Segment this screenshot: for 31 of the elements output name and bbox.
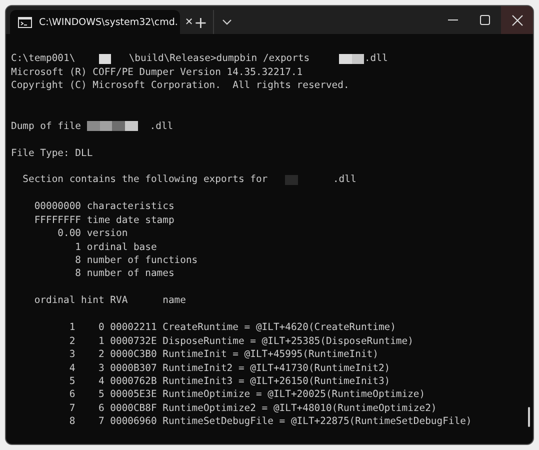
terminal-icon: [18, 16, 32, 28]
console-text: 3 2 0000C3B0 RuntimeInit = @ILT+45995(RuntimeInit): [68, 348, 378, 362]
console-text: 1 ordinal base: [74, 240, 157, 254]
console-text: 4 3 0000B307 RuntimeInit2 = @ILT+41730(RuntimeInit2): [68, 362, 390, 375]
tab-title: C:\WINDOWS\system32\cmd.: [39, 16, 178, 28]
console-text: 5 4 0000762B RuntimeInit3 = @ILT+26150(RuntimeInit3): [68, 374, 390, 388]
console-text: FFFFFFFF time date stamp: [33, 214, 174, 228]
console-text: \build\Release>dumpbin /exports: [128, 52, 311, 66]
console-text: Section contains the following exports for: [22, 173, 269, 187]
console-text: 8 number of functions: [74, 254, 198, 268]
close-icon[interactable]: [512, 14, 522, 26]
console-text: .dll: [364, 52, 388, 66]
console-text: 1 0 00002211 CreateRuntime = @ILT+4620(CreateRuntime): [68, 321, 396, 335]
console-text: C:\temp001\: [11, 52, 76, 66]
console-text: 7 6 0000CB8F RuntimeOptimize2 = @ILT+48010(RuntimeOptimize2): [68, 402, 437, 416]
console-text: Copyright (C) Microsoft Corporation. All rights reserved.: [11, 79, 350, 93]
console-text: .dll: [148, 120, 174, 134]
console-text: 6 5 00005E3E RuntimeOptimize = @ILT+20025(RuntimeOptimize): [68, 388, 426, 402]
console-text: 8 number of names: [74, 267, 174, 281]
console-text: .dll: [332, 173, 356, 187]
scrollbar[interactable]: [528, 407, 530, 427]
console-text: 2 1 0000732E DisposeRuntime = @ILT+25385(DisposeRuntime): [68, 334, 414, 348]
console-text: File Type: DLL: [11, 146, 93, 160]
console-text: Dump of file: [11, 120, 82, 134]
console-text: 0.00 version: [56, 227, 128, 241]
maximize-icon[interactable]: [480, 15, 490, 25]
console-text: 8 7 00006960 RuntimeSetDebugFile = @ILT+22875(RuntimeSetDebugFile): [68, 415, 472, 429]
dropdown-chevron-icon[interactable]: [222, 19, 232, 25]
console-text: 00000000 characteristics: [33, 200, 174, 214]
console-text: ordinal hint RVA name: [33, 294, 186, 308]
console-text: Microsoft (R) COFF/PE Dumper Version 14.35.32217.1: [11, 66, 303, 80]
